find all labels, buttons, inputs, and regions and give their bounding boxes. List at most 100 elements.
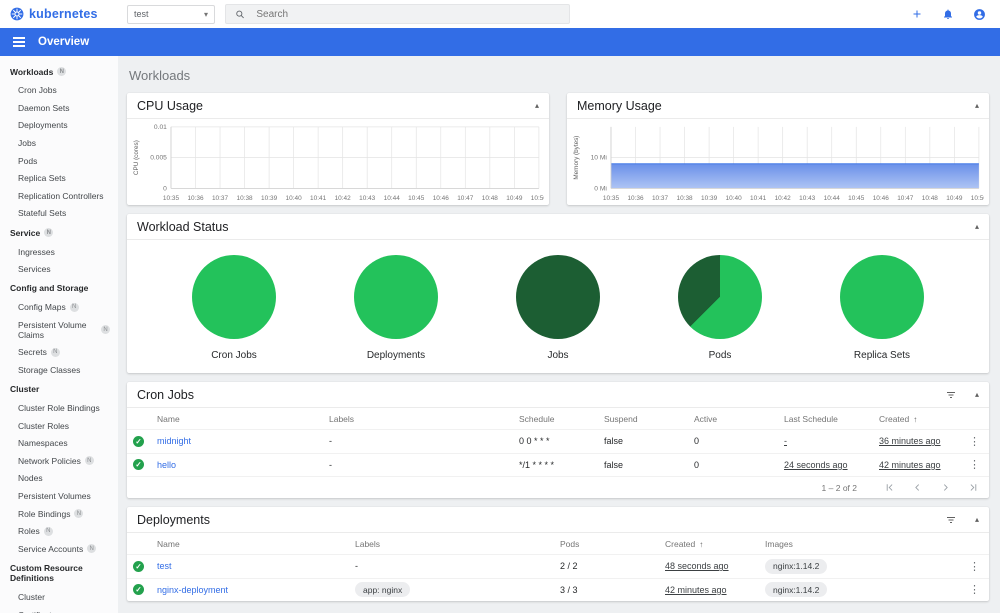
resource-link[interactable]: hello: [157, 460, 176, 470]
filter-icon[interactable]: [945, 389, 957, 401]
create-resource-button[interactable]: [911, 8, 923, 20]
column-header-labels[interactable]: Labels: [329, 414, 519, 424]
column-header-created[interactable]: Created ↑: [879, 414, 965, 424]
last-schedule-cell: -: [784, 436, 879, 446]
sidebar-item-daemon-sets[interactable]: Daemon Sets: [0, 99, 118, 117]
active-cell: 0: [694, 459, 700, 470]
sidebar-item-replication-controllers[interactable]: Replication Controllers: [0, 187, 118, 205]
sidebar-item-cluster-role-bindings[interactable]: Cluster Role Bindings: [0, 399, 118, 417]
table-row: ✓ nginx-deployment app: nginx 3 / 3 42 minut…: [127, 577, 989, 602]
sidebar-item-cluster[interactable]: Cluster: [0, 588, 118, 606]
sidebar-item-replica-sets[interactable]: Replica Sets: [0, 169, 118, 187]
svg-text:10:36: 10:36: [187, 195, 204, 202]
row-actions-menu-icon[interactable]: ⋮: [965, 584, 984, 596]
sidebar-item-roles[interactable]: Roles N: [0, 522, 118, 540]
search-input[interactable]: [254, 7, 560, 21]
sidebar-item-deployments[interactable]: Deployments: [0, 117, 118, 135]
sidebar-label: Services: [18, 264, 51, 275]
svg-text:10:40: 10:40: [286, 195, 303, 202]
notifications-button[interactable]: [942, 8, 954, 20]
row-actions-menu-icon[interactable]: ⋮: [965, 436, 984, 448]
sidebar-item-nodes[interactable]: Nodes: [0, 470, 118, 488]
sidebar-item-network-policies[interactable]: Network Policies N: [0, 452, 118, 470]
sidebar-item-storage-classes[interactable]: Storage Classes: [0, 361, 118, 379]
sidebar-section-custom-resource-definitions[interactable]: Custom Resource Definitions: [0, 558, 118, 589]
column-header-pods[interactable]: Pods: [560, 539, 665, 549]
user-account-icon: [974, 8, 985, 20]
resource-link[interactable]: midnight: [157, 436, 191, 446]
sidebar-section-cluster[interactable]: Cluster: [0, 379, 118, 400]
menu-hamburger-icon[interactable]: [13, 37, 25, 47]
sidebar-label: Cluster Role Bindings: [18, 403, 100, 414]
collapse-caret-icon[interactable]: ▴: [975, 390, 979, 399]
column-header-name[interactable]: Name: [157, 539, 355, 549]
namespace-selector[interactable]: test ▾: [127, 4, 215, 24]
sidebar-item-role-bindings[interactable]: Role Bindings N: [0, 505, 118, 523]
sidebar-item-services[interactable]: Services: [0, 260, 118, 278]
sidebar-label: Role Bindings: [18, 508, 71, 519]
sidebar-item-persistent-volumes[interactable]: Persistent Volumes: [0, 487, 118, 505]
collapse-caret-icon[interactable]: ▴: [975, 101, 979, 110]
column-header-schedule[interactable]: Schedule: [519, 414, 604, 424]
svg-text:10:45: 10:45: [408, 195, 425, 202]
relative-time: 24 seconds ago: [784, 459, 848, 470]
first-page-icon: [886, 484, 893, 491]
column-header-images[interactable]: Images: [765, 539, 965, 549]
collapse-caret-icon[interactable]: ▴: [535, 101, 539, 110]
sidebar-section-workloads[interactable]: Workloads N: [0, 61, 118, 82]
sidebar-item-namespaces[interactable]: Namespaces: [0, 435, 118, 453]
collapse-caret-icon[interactable]: ▴: [975, 222, 979, 231]
sidebar-item-cron-jobs[interactable]: Cron Jobs: [0, 82, 118, 100]
sidebar-section-service[interactable]: Service N: [0, 222, 118, 243]
pagination-range-label: 1 – 2 of 2: [821, 482, 857, 493]
column-header-last-schedule[interactable]: Last Schedule: [784, 414, 879, 424]
svg-text:10:42: 10:42: [335, 195, 352, 202]
sidebar-item-cluster-roles[interactable]: Cluster Roles: [0, 417, 118, 435]
svg-text:10:47: 10:47: [897, 195, 914, 202]
sidebar-item-pods[interactable]: Pods: [0, 152, 118, 170]
sidebar-item-secrets[interactable]: Secrets N: [0, 344, 118, 362]
sidebar-item-ingresses[interactable]: Ingresses: [0, 243, 118, 261]
user-account-button[interactable]: [973, 8, 986, 21]
previous-page-button[interactable]: [912, 482, 923, 493]
schedule-cell: 0 0 * * *: [519, 436, 550, 447]
sidebar-item-stateful-sets[interactable]: Stateful Sets: [0, 205, 118, 223]
home-logo-link[interactable]: kubernetes: [0, 7, 118, 21]
sidebar-label: Replica Sets: [18, 173, 66, 184]
images-cell: nginx:1.14.2: [765, 558, 965, 574]
first-page-button[interactable]: [884, 482, 895, 493]
page-title: Workloads: [129, 68, 191, 83]
row-actions-menu-icon[interactable]: ⋮: [965, 459, 984, 471]
last-page-button[interactable]: [968, 482, 979, 493]
sidebar-label: Certificate: [18, 610, 56, 613]
svg-text:0.005: 0.005: [150, 155, 167, 162]
resource-link[interactable]: nginx-deployment: [157, 585, 228, 595]
column-header-created[interactable]: Created ↑: [665, 539, 765, 549]
column-header-name[interactable]: Name: [157, 414, 329, 424]
cron-jobs-pagination: 1 – 2 of 2: [127, 476, 989, 498]
last-schedule-cell: 24 seconds ago: [784, 460, 879, 470]
sidebar-item-jobs[interactable]: Jobs: [0, 134, 118, 152]
sidebar-item-certificate[interactable]: Certificate: [0, 606, 118, 613]
column-header-labels[interactable]: Labels: [355, 539, 560, 549]
memory-usage-card: Memory Usage ▴ 0 Mi 10 Mi 10:35 10:36 10:37 1…: [567, 93, 989, 205]
name-cell: test: [157, 561, 355, 571]
sidebar-item-service-accounts[interactable]: Service Accounts N: [0, 540, 118, 558]
sidebar-label: Network Policies: [18, 455, 81, 466]
collapse-caret-icon[interactable]: ▴: [975, 515, 979, 524]
column-header-active[interactable]: Active: [694, 414, 784, 424]
filter-icon[interactable]: [945, 514, 957, 526]
svg-text:10:43: 10:43: [359, 195, 376, 202]
sidebar-section-config-and-storage[interactable]: Config and Storage: [0, 278, 118, 299]
created-cell: 42 minutes ago: [665, 585, 765, 595]
created-cell: 48 seconds ago: [665, 561, 765, 571]
actions-cell: ⋮: [965, 583, 989, 596]
sidebar-label: Service Accounts: [18, 543, 84, 554]
search-bar[interactable]: [225, 4, 570, 24]
column-header-suspend[interactable]: Suspend: [604, 414, 694, 424]
sidebar-item-config-maps[interactable]: Config Maps N: [0, 298, 118, 316]
resource-link[interactable]: test: [157, 561, 172, 571]
sidebar-item-persistent-volume-claims[interactable]: Persistent Volume Claims N: [0, 316, 118, 344]
row-actions-menu-icon[interactable]: ⋮: [965, 561, 984, 573]
next-page-button[interactable]: [940, 482, 951, 493]
